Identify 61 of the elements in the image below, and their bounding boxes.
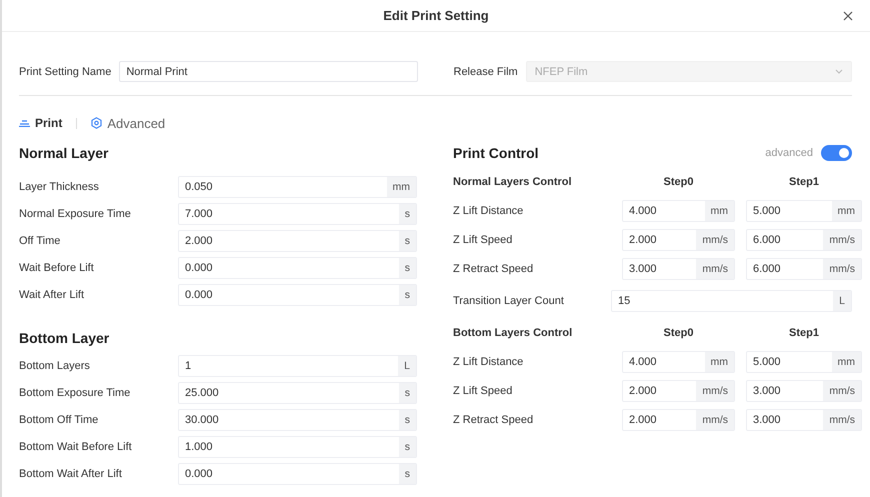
column-header: Step0 [662,326,694,338]
field-label: Release Film [454,66,518,78]
input-field[interactable]: 15 L [611,290,852,312]
field-label: Z Lift Speed [453,234,514,246]
input-field[interactable]: 6.000 mm/s [746,228,862,250]
field-label: Z Lift Distance [453,204,524,216]
field-label: Print Setting Name [19,66,112,78]
advanced-toggle[interactable] [821,145,852,161]
section-heading: Bottom Layer [19,330,110,346]
column-header: Step0 [662,176,694,188]
field-label: Z Lift Distance [453,356,524,368]
input-field[interactable]: 5.000 mm [746,200,862,222]
field-label: Transition Layer Count [453,294,565,306]
input-field[interactable]: 2.000 s [178,230,417,252]
input-field[interactable]: 0.000 s [178,462,417,484]
field-label: Z Retract Speed [453,262,534,274]
input-field[interactable]: 3.000 mm/s [622,258,735,280]
name-field[interactable]: Normal Print [119,61,418,82]
input-field[interactable]: 5.000 mm [746,350,862,372]
section-heading: Print Control [453,145,539,161]
input-field[interactable]: 3.000 mm/s [746,408,862,430]
column-header: Step1 [788,326,820,338]
input-field[interactable]: 4.000 mm [622,350,735,372]
input-field[interactable]: 0.050 mm [178,176,417,198]
input-field[interactable]: 3.000 mm/s [746,380,862,402]
input-field[interactable]: 1.000 s [178,436,417,458]
input-field[interactable]: 1 L [178,354,417,376]
input-field[interactable]: 6.000 mm/s [746,258,862,280]
section-heading: Normal Layer [19,145,108,161]
field-label: Wait Before Lift [19,262,95,274]
field-label: Bottom Off Time [19,414,100,426]
field-label: Bottom Wait Before Lift [19,440,133,452]
field-label: Bottom Exposure Time [19,386,132,398]
close-icon [843,11,853,21]
input-field[interactable]: 0.000 s [178,284,417,306]
input-field[interactable]: 30.000 s [178,408,417,430]
group-heading: Bottom Layers Control [453,326,574,338]
input-field[interactable]: 2.000 mm/s [622,228,735,250]
field-label: Normal Exposure Time [19,208,132,220]
dialog-title: Edit Print Setting [383,8,489,23]
field-label: Off Time [19,234,62,246]
toggle-label: advanced [765,147,813,159]
field-label: Bottom Layers [19,360,91,372]
input-field[interactable]: 0.000 s [178,256,417,278]
column-header: Step1 [788,176,820,188]
field-label: Z Retract Speed [453,414,534,426]
group-heading: Normal Layers Control [453,176,573,188]
layers-icon [19,119,30,127]
input-field[interactable]: 2.000 mm/s [622,408,735,430]
input-field[interactable]: 2.000 mm/s [622,380,735,402]
field-label: Z Lift Speed [453,384,514,396]
tab[interactable]: Print [19,116,62,130]
gear-icon [91,117,102,129]
field-label: Layer Thickness [19,180,100,192]
input-field[interactable]: 7.000 s [178,202,417,224]
input-field[interactable]: 4.000 mm [622,200,735,222]
chevron-down-icon [835,69,843,74]
tab[interactable]: Advanced [91,116,166,130]
field-label: Wait After Lift [19,288,86,300]
input-field[interactable]: 25.000 s [178,382,417,404]
field-label: Bottom Wait After Lift [19,468,123,480]
